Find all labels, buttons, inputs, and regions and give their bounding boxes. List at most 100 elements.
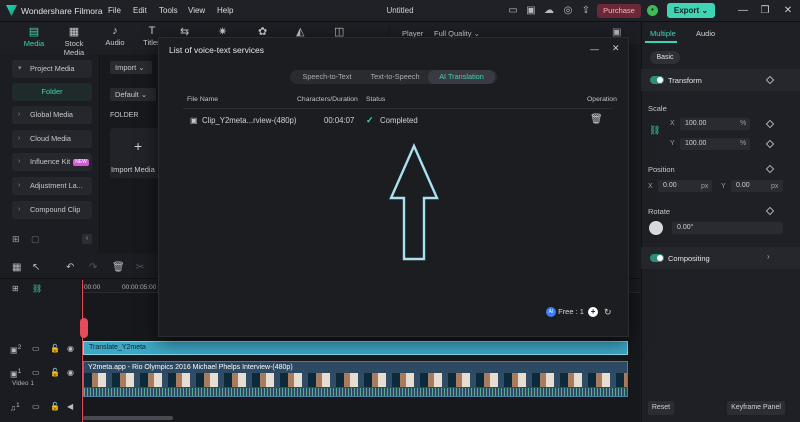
sidebar-item-label: Compound Clip: [30, 205, 81, 214]
app-brand: Wondershare Filmora: [6, 5, 103, 16]
tab-text-to-speech[interactable]: Text-to-Speech: [362, 70, 428, 84]
menu-edit[interactable]: Edit: [133, 6, 147, 15]
transform-section[interactable]: [641, 69, 800, 91]
sidebar-item-global-media[interactable]: › Global Media: [12, 106, 92, 124]
sidebar-item-label: Adjustment La...: [30, 181, 83, 190]
sidebar-item-project-media[interactable]: ▾ Project Media: [12, 60, 92, 78]
share-icon[interactable]: ⇪: [579, 4, 593, 18]
collapse-sidebar-icon[interactable]: ‹: [82, 234, 92, 244]
folder-icon[interactable]: ▢: [31, 234, 40, 245]
new-badge: NEW: [73, 158, 89, 166]
maximize-icon[interactable]: ❐: [758, 4, 772, 18]
refresh-icon[interactable]: ↻: [604, 307, 612, 318]
title-clip[interactable]: Translate_Y2meta: [83, 341, 628, 355]
sidebar-item-adjustment-layer[interactable]: › Adjustment La...: [12, 177, 92, 195]
headset-icon[interactable]: ◎: [561, 4, 575, 18]
tab-multiple[interactable]: Multiple: [650, 29, 676, 38]
tab-speech-to-text[interactable]: Speech-to-Text: [292, 70, 362, 84]
folder-track-icon[interactable]: ▭: [32, 402, 40, 411]
compositing-toggle[interactable]: [650, 254, 664, 262]
eye-icon[interactable]: ◉: [67, 368, 74, 377]
avatar[interactable]: •: [647, 5, 658, 16]
export-label: Export: [673, 6, 700, 15]
audio-waveform: [84, 388, 627, 396]
row-duration: 00:04:07: [324, 116, 355, 125]
link-track-icon[interactable]: ⛓: [32, 284, 42, 293]
select-arrow-icon[interactable]: ↖: [32, 262, 40, 273]
minimize-icon[interactable]: —: [736, 4, 750, 18]
header-divider: [183, 108, 613, 109]
video-track-label: Video 1: [12, 380, 34, 387]
monitor-icon[interactable]: ▭: [506, 4, 520, 18]
transform-toggle[interactable]: [650, 76, 664, 84]
lock-icon[interactable]: 🔓: [50, 368, 60, 377]
menu-view[interactable]: View: [188, 6, 205, 15]
track-2-index: 2: [17, 344, 22, 351]
grid-icon[interactable]: ▦: [12, 262, 21, 273]
ruler-tick: 00:00:05:00: [122, 284, 157, 291]
cut-icon[interactable]: ✂: [136, 262, 144, 273]
menu-file[interactable]: File: [108, 6, 121, 15]
compositing-section[interactable]: [641, 247, 800, 269]
link-icon[interactable]: ⛓: [649, 125, 660, 136]
rotate-dial[interactable]: [649, 221, 663, 235]
close-window-icon[interactable]: ✕: [781, 4, 795, 18]
sidebar-item-compound-clip[interactable]: › Compound Clip: [12, 201, 92, 219]
chevron-right-icon: ›: [18, 158, 21, 165]
timeline-scrollbar[interactable]: [83, 416, 173, 420]
sidebar-item-cloud-media[interactable]: › Cloud Media: [12, 130, 92, 148]
export-button[interactable]: Export ⌄: [667, 3, 715, 18]
tab-stock-media[interactable]: ▦ Stock Media: [54, 25, 94, 57]
sidebar-item-influence-kit[interactable]: › Influence Kit NEW: [12, 153, 92, 171]
basic-pill[interactable]: Basic: [650, 51, 680, 64]
tab-media[interactable]: ▤ Media: [22, 25, 46, 48]
ruler-tick: 00:00: [84, 284, 101, 291]
scale-label: Scale: [648, 104, 667, 113]
video-file-icon: ▣: [190, 116, 198, 125]
scale-x-value: 100.00: [685, 120, 707, 127]
speaker-icon[interactable]: ◀: [67, 402, 73, 411]
pos-y-axis: Y: [721, 183, 726, 190]
close-icon[interactable]: ✕: [612, 43, 620, 54]
sidebar-item-folder[interactable]: Folder: [12, 83, 92, 101]
sort-dropdown[interactable]: Default ⌄: [110, 88, 156, 101]
save-icon[interactable]: ▣: [524, 4, 538, 18]
import-dropdown[interactable]: Import ⌄: [110, 61, 152, 74]
scale-y-axis: Y: [670, 140, 675, 147]
tab-audio-label: Audio: [105, 38, 125, 47]
new-folder-icon[interactable]: ⊞: [12, 234, 20, 245]
row-status: Completed: [380, 116, 418, 125]
playhead-handle[interactable]: [80, 318, 88, 338]
playhead[interactable]: [82, 280, 83, 422]
chevron-right-icon[interactable]: ›: [767, 252, 770, 261]
menu-tools[interactable]: Tools: [159, 6, 178, 15]
lock-icon[interactable]: 🔓: [50, 402, 60, 411]
tab-audio[interactable]: ♪ Audio: [104, 25, 126, 47]
scale-x-unit: %: [740, 120, 747, 127]
purchase-button[interactable]: Purchase: [597, 4, 641, 18]
eye-icon[interactable]: ◉: [67, 344, 74, 353]
col-characters-duration: Characters/Duration: [297, 96, 358, 103]
reset-button[interactable]: Reset: [648, 401, 674, 415]
redo-icon[interactable]: ↷: [89, 262, 97, 273]
minimize-icon[interactable]: —: [590, 44, 599, 54]
keyframe-panel-button[interactable]: Keyframe Panel: [727, 401, 785, 415]
track-1-icon: ▣1: [10, 368, 22, 379]
scale-y-value: 100.00: [685, 140, 707, 147]
tab-audio-props[interactable]: Audio: [696, 29, 715, 38]
trash-icon[interactable]: 🗑: [590, 114, 603, 125]
tab-media-label: Media: [23, 39, 45, 48]
cloud-icon[interactable]: ☁: [542, 4, 556, 18]
add-track-icon[interactable]: ⊞: [12, 284, 19, 293]
video-clip[interactable]: Y2meta.app - Rio Olympics 2016 Michael P…: [83, 361, 628, 397]
add-credits-icon[interactable]: +: [588, 307, 599, 318]
rotate-field[interactable]: 0.00°: [672, 222, 783, 234]
chevron-right-icon: ›: [18, 206, 21, 213]
tab-ai-translation[interactable]: AI Translation: [428, 70, 495, 84]
folder-track-icon[interactable]: ▭: [32, 368, 40, 377]
undo-icon[interactable]: ↶: [66, 262, 74, 273]
folder-track-icon[interactable]: ▭: [32, 344, 40, 353]
lock-icon[interactable]: 🔓: [50, 344, 60, 353]
delete-icon[interactable]: 🗑: [112, 262, 125, 273]
menu-help[interactable]: Help: [217, 6, 233, 15]
